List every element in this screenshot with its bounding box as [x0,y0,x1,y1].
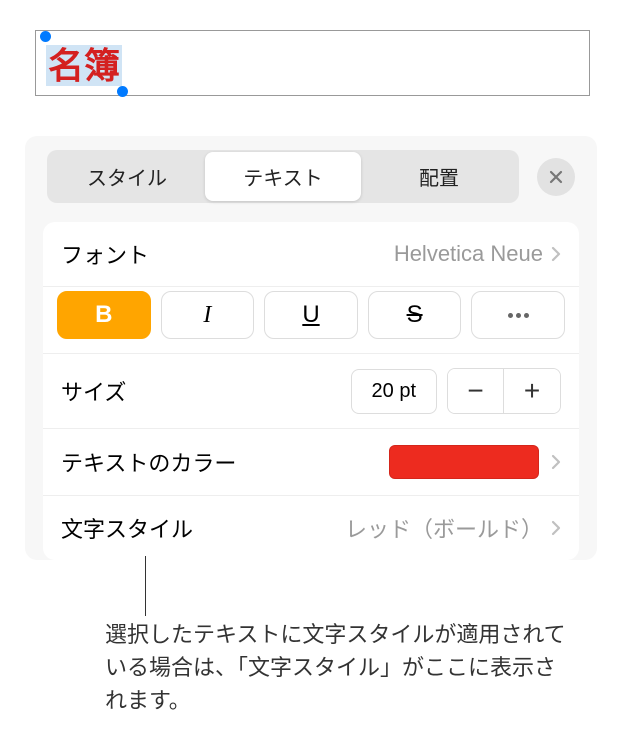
tab-text[interactable]: テキスト [205,152,361,201]
underline-button[interactable]: U [264,291,358,339]
size-value-field[interactable]: 20 pt [351,369,437,414]
character-style-value: レッド（ボールド） [345,512,543,544]
text-box-container: 名簿 [0,0,622,116]
close-icon [548,169,564,185]
text-color-row[interactable]: テキストのカラー [43,429,579,496]
tab-style[interactable]: スタイル [49,152,205,201]
chevron-right-icon [551,454,561,470]
content-card: フォント Helvetica Neue B I U S サイズ 20 pt − … [43,222,579,560]
tab-bar: スタイル テキスト 配置 [25,136,597,217]
more-icon [508,313,529,318]
size-row: サイズ 20 pt − + [43,354,579,429]
strikethrough-button[interactable]: S [368,291,462,339]
more-button[interactable] [471,291,565,339]
size-label: サイズ [61,375,126,407]
tab-arrange[interactable]: 配置 [361,152,517,201]
color-swatch[interactable] [389,445,539,479]
chevron-right-icon [551,246,561,262]
selected-text[interactable]: 名簿 [46,45,122,86]
italic-button[interactable]: I [161,291,255,339]
text-box[interactable]: 名簿 [35,30,590,96]
close-button[interactable] [537,158,575,196]
text-color-label: テキストのカラー [61,446,236,478]
bold-button[interactable]: B [57,291,151,339]
annotation-text: 選択したテキストに文字スタイルが適用されている場合は、「文字スタイル」がここに表… [105,618,575,717]
size-decrease-button[interactable]: − [448,369,504,413]
font-row[interactable]: フォント Helvetica Neue [43,222,579,287]
selection-handle-top-left[interactable] [40,31,51,42]
size-stepper: − + [447,368,561,414]
format-buttons-row: B I U S [43,287,579,354]
font-label: フォント [61,238,149,270]
font-value: Helvetica Neue [394,241,543,267]
segmented-control: スタイル テキスト 配置 [47,150,519,203]
size-increase-button[interactable]: + [504,369,560,413]
callout-line [145,556,146,616]
character-style-label: 文字スタイル [61,512,193,544]
chevron-right-icon [551,520,561,536]
selection-handle-bottom-right[interactable] [117,86,128,97]
character-style-row[interactable]: 文字スタイル レッド（ボールド） [43,496,579,560]
format-panel: スタイル テキスト 配置 フォント Helvetica Neue B I U S [25,136,597,560]
